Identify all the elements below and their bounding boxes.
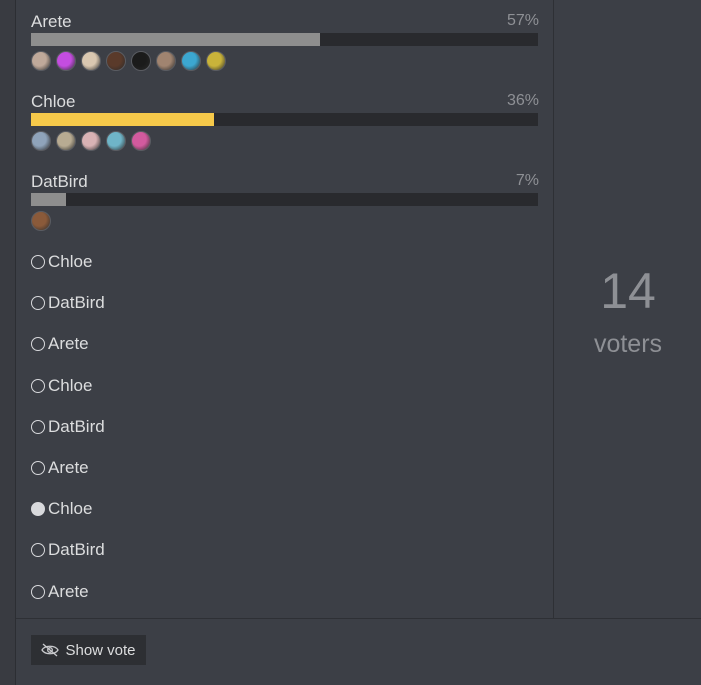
result-label: Chloe [31,92,76,111]
eye-off-icon [41,643,60,657]
avatar[interactable] [181,51,201,71]
choice-option[interactable]: Chloe [31,251,92,273]
show-vote-button[interactable]: Show vote [31,635,146,665]
choice-label: Arete [48,458,89,477]
result-bar-fill [31,33,320,46]
voters-count: 14 [600,263,656,319]
avatar[interactable] [31,211,51,231]
avatar[interactable] [131,131,151,151]
voter-avatars [31,131,151,151]
result-bar-track [31,33,538,46]
result-percent: 36% [506,92,539,109]
avatar[interactable] [31,131,51,151]
avatar[interactable] [106,51,126,71]
choice-option[interactable]: Chloe [31,375,92,397]
choice-option[interactable]: DatBird [31,292,105,314]
choice-label: Chloe [48,252,93,271]
radio-button[interactable] [31,502,45,517]
poll-options: Arete 57% Chloe 36% DatBird 7% Chloe DatBird Ar… [16,0,553,618]
choice-label: Chloe [48,375,93,395]
voter-avatars [31,51,226,71]
result-label: DatBird [31,172,88,191]
result-percent: 7% [515,172,539,189]
choice-option[interactable]: DatBird [31,416,105,438]
radio-button[interactable] [31,419,45,434]
choice-label: Arete [48,581,89,601]
horizontal-divider [16,618,701,619]
choice-option[interactable]: DatBird [31,539,105,561]
radio-button[interactable] [31,584,45,599]
result-0: Arete 57% [31,12,539,72]
avatar[interactable] [131,51,151,71]
choice-option[interactable]: Arete [31,457,89,479]
result-bar-fill [31,113,214,126]
choice-option[interactable]: Arete [31,333,89,355]
result-label: Arete [31,12,72,31]
voters-panel: 14 voters [554,0,701,618]
choice-option[interactable]: Chloe [31,498,92,520]
voters-label: voters [593,330,663,358]
avatar[interactable] [81,51,101,71]
result-bar-fill [31,193,67,206]
show-vote-label: Show vote [65,641,136,659]
avatar[interactable] [56,51,76,71]
choice-label: DatBird [48,293,105,313]
result-2: DatBird 7% [31,172,539,232]
choice-label: DatBird [48,540,105,560]
radio-button[interactable] [31,378,45,393]
result-1: Chloe 36% [31,92,539,152]
radio-button[interactable] [31,337,45,352]
avatar[interactable] [106,131,126,151]
choice-label: Arete [48,334,89,354]
radio-button[interactable] [31,543,45,558]
avatar[interactable] [156,51,176,71]
choice-option[interactable]: Arete [31,581,89,603]
radio-button[interactable] [31,255,45,269]
voter-avatars [31,211,51,231]
choice-label: Chloe [48,499,93,519]
radio-button[interactable] [31,461,45,475]
avatar[interactable] [81,131,101,151]
result-bar-track [31,193,538,206]
radio-button[interactable] [31,296,45,311]
result-percent: 57% [506,12,539,29]
poll-card: Arete 57% Chloe 36% DatBird 7% Chloe DatBird Ar… [15,0,701,685]
avatar[interactable] [206,51,226,71]
avatar[interactable] [56,131,76,151]
choice-label: DatBird [48,416,105,436]
avatar[interactable] [31,51,51,71]
result-bar-track [31,113,538,126]
